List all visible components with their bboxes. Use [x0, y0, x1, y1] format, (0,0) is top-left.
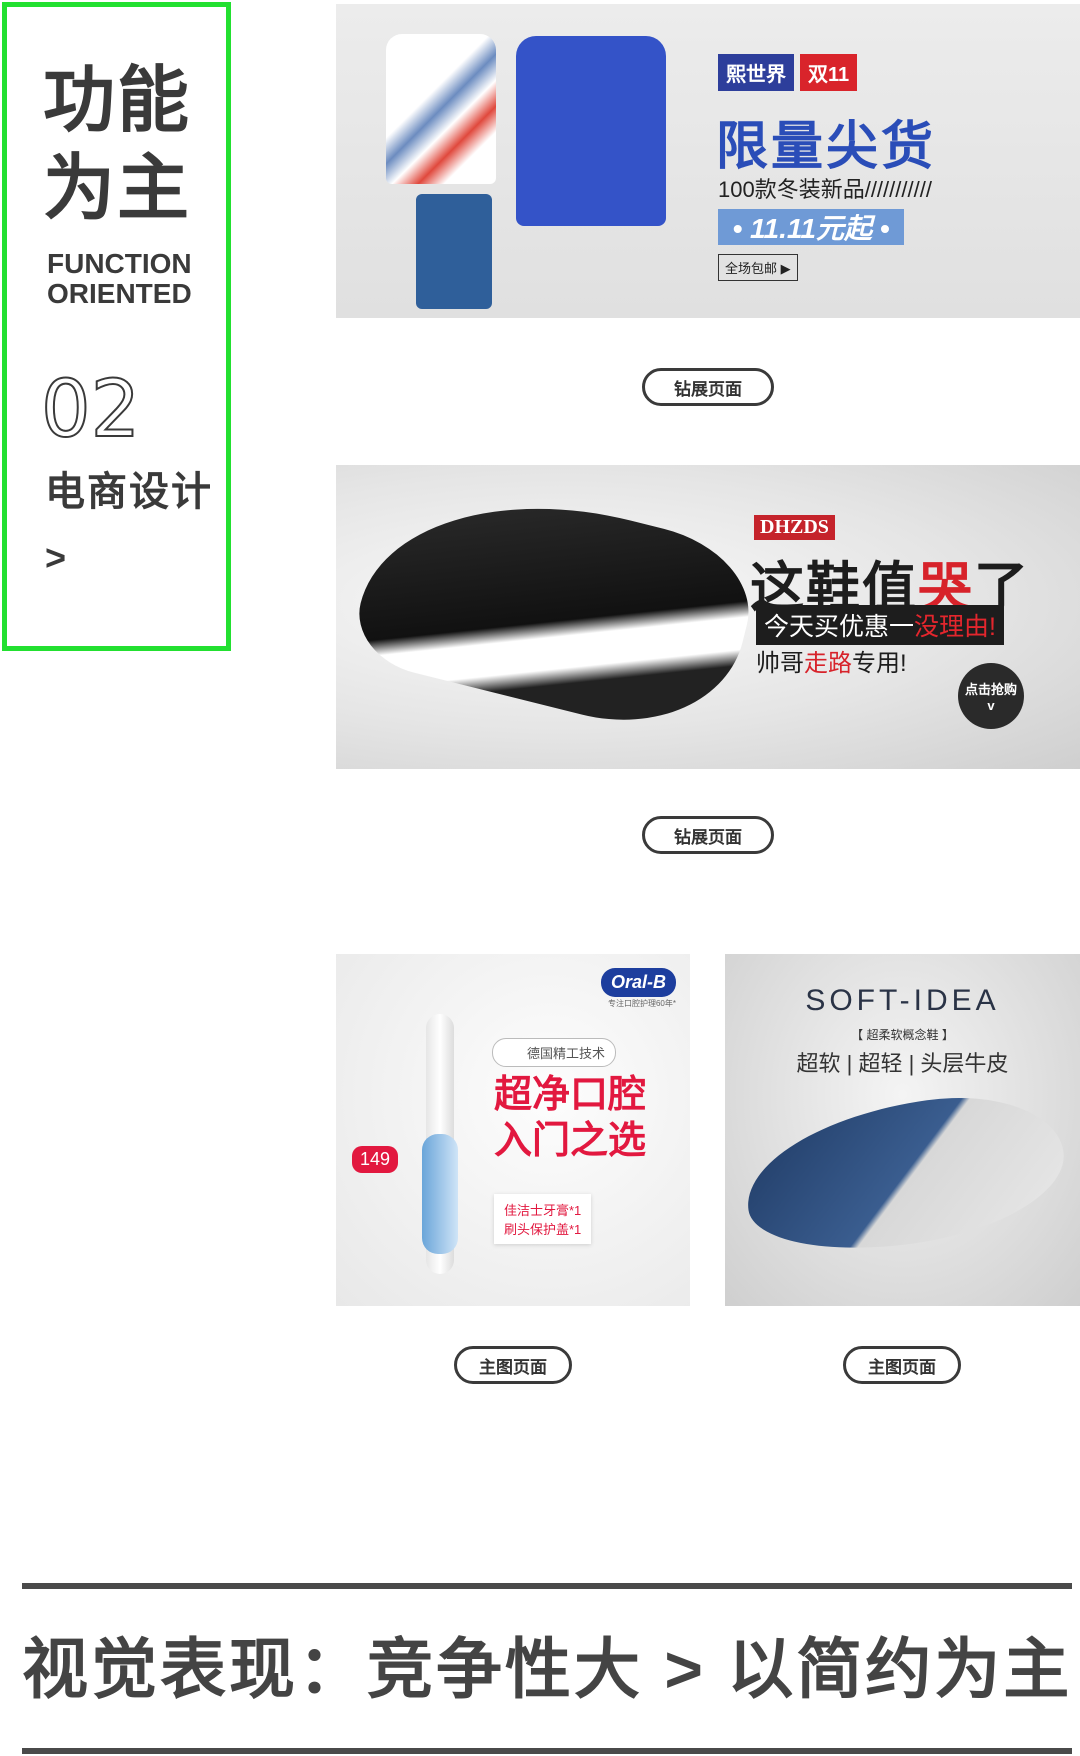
sidebar-title: 功能 为主 [43, 61, 192, 229]
shirt-image [386, 34, 496, 184]
buy-label: 点击抢购 [964, 682, 1017, 697]
banner-shoe[interactable]: DHZDS 这鞋值哭了 今天买优惠一没理由! 帅哥走路专用! 点击抢购 v [336, 465, 1080, 769]
promo-bar: 今天买优惠一没理由! [756, 605, 1004, 645]
product-features: 超软 | 超轻 | 头层牛皮 [796, 1051, 1009, 1076]
button-main-image-2[interactable]: 主图页面 [843, 1346, 961, 1384]
footer-caption: 视觉表现：竞争性大 > 以简约为主 [22, 1632, 1073, 1706]
sidebar-subtitle: FUNCTION ORIENTED [47, 248, 192, 309]
banner-tagline: 帅哥走路专用! [756, 643, 907, 678]
oralb-logo: Oral-B [600, 968, 676, 997]
button-main-image-1[interactable]: 主图页面 [454, 1346, 572, 1384]
product-title: SOFT-IDEA [805, 984, 1000, 1017]
banner-title: 限量尖货 [716, 118, 937, 176]
loafer-image [736, 1082, 1074, 1266]
tech-badge: 德国精工技术 [492, 1038, 617, 1067]
sidebar-arrow-icon[interactable]: > [45, 537, 66, 579]
logo-subtitle: 专注口腔护理60年* [607, 999, 676, 1008]
product-loafer[interactable]: SOFT-IDEA 【 超柔软概念鞋 】 超软 | 超轻 | 头层牛皮 [725, 954, 1080, 1306]
tagline-part1: 帅哥 [756, 650, 804, 677]
skirt-image [416, 194, 492, 309]
product-headline: 超净口腔 入门之选 [494, 1074, 647, 1162]
sidebar-category[interactable]: 电商设计 [45, 459, 213, 517]
button-diamond-page-2[interactable]: 钻展页面 [642, 816, 774, 854]
divider-top [22, 1583, 1072, 1589]
brand-logo: 熙世界 双11 [718, 53, 858, 91]
price-tag: • 11.11元起 • [718, 209, 904, 245]
brand-tag: DHZDS [754, 515, 835, 540]
promo-red: 没理由! [914, 613, 996, 641]
tagline-red: 走路 [804, 650, 852, 677]
tagline-part2: 专用! [852, 650, 907, 677]
product-subtitle: 【 超柔软概念鞋 】 [851, 1028, 954, 1042]
banner-fashion[interactable]: 熙世界 双11 限量尖货 100款冬装新品/////////// • 11.11… [336, 4, 1080, 318]
shoe-image [347, 465, 765, 748]
toothbrush-handle [422, 1134, 458, 1254]
brand-name: 熙世界 [718, 53, 794, 91]
sidebar-number: 02 [40, 365, 141, 455]
chevron-down-icon: v [987, 698, 995, 713]
banner-subtitle: 100款冬装新品/////////// [718, 177, 932, 202]
sidebar-panel: 功能 为主 FUNCTION ORIENTED 02 电商设计 > [2, 2, 231, 651]
gift-box: 佳洁士牙膏*1 刷头保护盖*1 [494, 1194, 592, 1244]
button-diamond-page-1[interactable]: 钻展页面 [642, 368, 774, 406]
sale-badge: 双11 [800, 53, 858, 91]
price-badge: 149 [352, 1146, 399, 1173]
shipping-button[interactable]: 全场包邮 ▶ [718, 254, 798, 281]
product-toothbrush[interactable]: Oral-B 专注口腔护理60年* 德国精工技术 超净口腔 入门之选 149 佳… [336, 954, 690, 1306]
divider-bottom [22, 1748, 1072, 1754]
buy-now-button[interactable]: 点击抢购 v [958, 663, 1024, 729]
coat-image [516, 36, 666, 226]
promo-text: 今天买优惠一 [764, 613, 915, 641]
